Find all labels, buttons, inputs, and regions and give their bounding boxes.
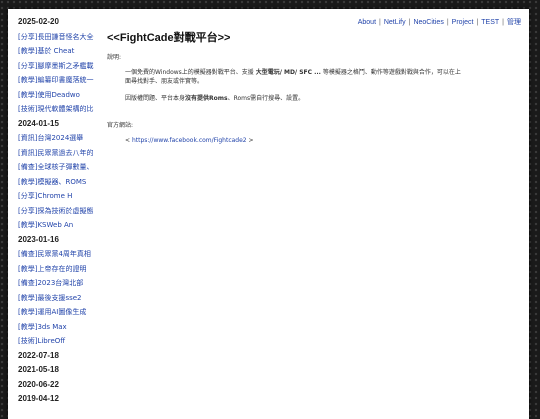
note-text-cont: 、Roms需自行搜尋、設置。 (227, 95, 305, 102)
official-link-line: < https://www.facebook.com/Fightcade2 > (107, 136, 517, 145)
sidebar-post-link[interactable]: [教學]最後支援sse2 (18, 291, 102, 306)
archive-date-heading: 2023-01-16 (18, 234, 59, 244)
archive-date-heading: 2022-07-18 (18, 350, 59, 360)
link-bracket-right: > (246, 137, 254, 144)
roms-note: 因版權問題、平台本身沒有提供Roms、Roms需自行搜尋、設置。 (107, 94, 517, 103)
top-nav: About | NetLify | NeoCities | Project | TEST | 管理 (358, 17, 521, 27)
sidebar-post-link[interactable]: [技術]LibreOff (18, 334, 102, 349)
archive-date-heading: 2025-02-20 (18, 17, 59, 26)
note-text: 因版權問題、平台本身 (125, 95, 186, 102)
sidebar-post-link[interactable]: [備查]全球核子彈數量、 (18, 160, 102, 175)
nav-link[interactable]: Project (452, 19, 474, 26)
nav-link[interactable]: NeoCities (413, 19, 443, 26)
page-panel: 2025-02-20 [分享]長田謙音怪名大全 [教學]基於 Cheat [分享]腳摩… (8, 9, 529, 419)
nav-separator: | (476, 19, 479, 26)
archive-date-heading: 2019-04-12 (18, 394, 59, 403)
sidebar-post-link[interactable]: [資訊]台灣2024選舉 (18, 131, 102, 146)
sidebar-post-link[interactable]: [教學]KSWeb An (18, 218, 102, 233)
article: <<FightCade對戰平台>> 說明: 一個免費的Windows上的模擬器對… (107, 29, 517, 145)
sidebar-post-link[interactable]: [分享]腳摩墨斯之矛艦載 (18, 59, 102, 74)
sidebar-post-link[interactable]: [教學]基於 Cheat (18, 44, 102, 59)
sidebar-post-link[interactable]: [教學]編纂印書魔落統一 (18, 73, 102, 88)
official-site-link[interactable]: https://www.facebook.com/Fightcade2 (132, 137, 247, 144)
sidebar-post-link[interactable]: [教學]使用Deadwo (18, 88, 102, 103)
sidebar-post-link[interactable]: [備查]民眾黨4周年真相 (18, 247, 102, 262)
platforms-text: 大型電玩/ MD/ SFC ... (255, 69, 321, 76)
nav-link[interactable]: TEST (481, 19, 499, 26)
nav-separator: | (379, 19, 381, 26)
archive-date-heading: 2020-06-22 (18, 379, 59, 389)
no-roms-text: 沒有提供Roms (185, 95, 228, 102)
description-text-cont: 等模擬器之格鬥、動作等遊戲對戰與合作，可以在上 (320, 69, 461, 76)
sidebar-post-link[interactable]: [資訊]民眾黨過去八年的 (18, 146, 102, 161)
sidebar-post-link[interactable]: [教學]上帝存在的證明 (18, 262, 102, 277)
sidebar-post-link[interactable]: [教學]模擬器、ROMS (18, 175, 102, 190)
sidebar-post-link[interactable]: [備查]2023台灣北部 (18, 276, 102, 291)
nav-link[interactable]: NetLify (384, 19, 406, 26)
nav-link[interactable]: About (358, 19, 376, 26)
nav-link[interactable]: 管理 (507, 19, 521, 26)
sidebar-post-link[interactable]: [分享]探為技術於虛擬態 (18, 204, 102, 219)
section-heading-official-site: 官方網站: (107, 122, 134, 129)
sidebar-post-link[interactable]: [分享]長田謙音怪名大全 (18, 30, 102, 45)
archive-date-heading: 2021-05-18 (18, 365, 59, 374)
sidebar-post-link[interactable]: [教學]3ds Max (18, 320, 102, 335)
sidebar-post-link[interactable]: [分享]Chrome H (18, 189, 102, 204)
sidebar-post-link[interactable]: [技術]現代軟體架構的比 (18, 102, 102, 117)
article-title: <<FightCade對戰平台>> (107, 32, 231, 44)
link-bracket-left: < (125, 137, 132, 144)
nav-separator: | (502, 19, 504, 26)
archive-date-heading: 2024-01-15 (18, 118, 59, 128)
section-heading-description: 說明: (107, 54, 122, 61)
nav-separator: | (446, 19, 449, 26)
sidebar: 2025-02-20 [分享]長田謙音怪名大全 [教學]基於 Cheat [分享]腳摩… (18, 15, 102, 407)
description-line-2: 面尋找對手、朋友或伴實等。 (125, 78, 204, 85)
description-text: 一個免費的Windows上的模擬器對戰平台、支援 (125, 69, 256, 76)
description-line-1: 一個免費的Windows上的模擬器對戰平台、支援 大型電玩/ MD/ SFC .… (107, 68, 517, 77)
sidebar-post-link[interactable]: [教學]運用AI圖像生成 (18, 305, 102, 320)
nav-separator: | (408, 19, 411, 26)
